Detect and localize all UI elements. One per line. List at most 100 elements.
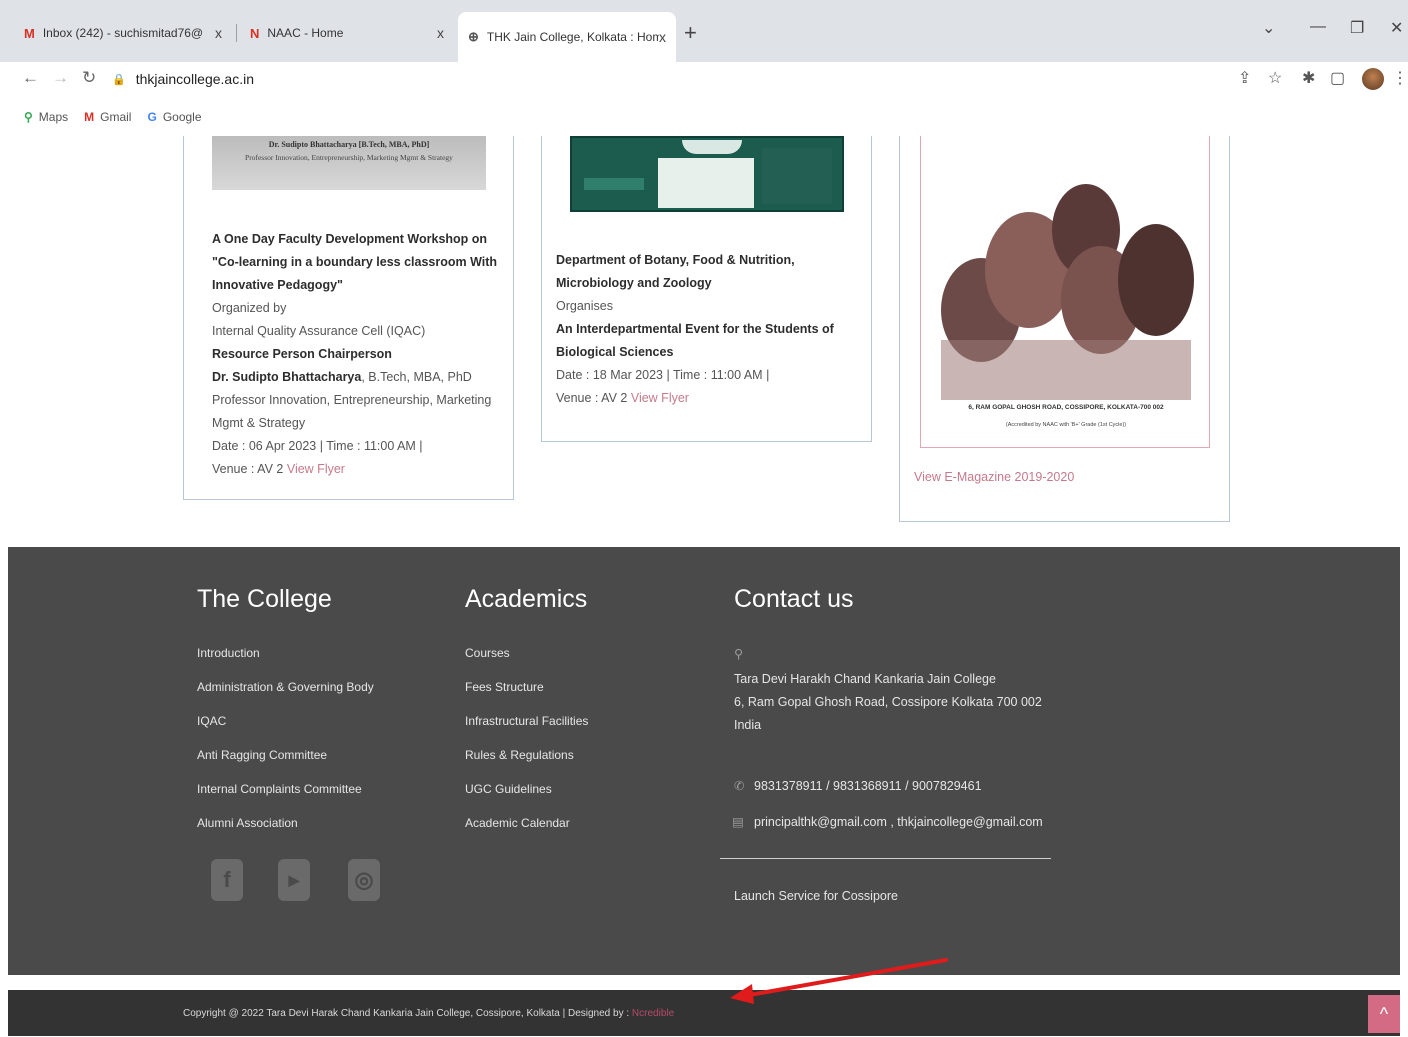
footer-link-infrastructure[interactable]: Infrastructural Facilities: [465, 714, 588, 728]
flyer-caption-role: Professor Innovation, Entrepreneurship, …: [245, 153, 453, 162]
close-icon[interactable]: x: [215, 25, 222, 41]
event-flyer-image[interactable]: Dr. Sudipto Bhattacharya [B.Tech, MBA, P…: [212, 136, 486, 190]
event-title: A One Day Faculty Development Workshop o…: [212, 232, 498, 292]
contact-college-name: Tara Devi Harakh Chand Kankaria Jain Col…: [734, 672, 996, 686]
copyright-bar: Copyright @ 2022 Tara Devi Harak Chand K…: [8, 990, 1400, 1036]
flyer-graphic: [762, 148, 832, 204]
magazine-address: 6, RAM GOPAL GHOSH ROAD, COSSIPORE, KOLK…: [968, 404, 1164, 411]
event-flyer-image[interactable]: [570, 136, 844, 212]
contact-emails[interactable]: principalthk@gmail.com , thkjaincollege@…: [754, 811, 1043, 834]
close-icon[interactable]: x: [437, 25, 444, 41]
footer-link-anti-ragging[interactable]: Anti Ragging Committee: [197, 748, 327, 762]
magazine-accreditation: (Accredited by NAAC with 'B+' Grade (1st…: [1005, 422, 1127, 428]
bookmarks-bar: ⚲ Maps M Gmail G Google: [0, 98, 1408, 136]
organises-label: Organises: [556, 299, 613, 313]
menu-icon[interactable]: ⋮: [1392, 68, 1408, 88]
gmail-icon: M: [24, 25, 35, 41]
contact-divider: [720, 858, 1051, 859]
site-footer: The College Introduction Administration …: [8, 547, 1400, 975]
naac-icon: N: [250, 25, 260, 41]
bookmark-label: Gmail: [100, 110, 132, 124]
event-details: Department of Botany, Food & Nutrition, …: [556, 249, 846, 410]
launch-service-link[interactable]: Launch Service for Cossipore: [734, 885, 898, 908]
minimize-icon[interactable]: —: [1310, 18, 1326, 36]
flyer-graphic: [658, 158, 754, 208]
resource-degrees: , B.Tech, MBA, PhD: [361, 370, 472, 384]
profile-avatar[interactable]: [1362, 68, 1384, 90]
designer-link[interactable]: Ncredible: [632, 1008, 674, 1019]
bookmark-maps[interactable]: ⚲ Maps: [24, 110, 68, 124]
tab-label: THK Jain College, Kolkata : Home: [486, 30, 659, 44]
globe-icon: ⊕: [468, 29, 479, 44]
bookmark-google[interactable]: G Google: [147, 110, 201, 124]
scroll-to-top-button[interactable]: ^: [1368, 995, 1400, 1033]
bookmark-gmail[interactable]: M Gmail: [84, 110, 131, 124]
maps-icon: ⚲: [24, 110, 33, 124]
footer-link-ugc[interactable]: UGC Guidelines: [465, 782, 552, 796]
resource-heading: Resource Person Chairperson: [212, 347, 392, 361]
footer-link-introduction[interactable]: Introduction: [197, 646, 260, 660]
contact-phones: 9831378911 / 9831368911 / 9007829461: [754, 779, 982, 793]
magazine-link-wrap: View E-Magazine 2019-2020: [914, 466, 1074, 489]
organizer: Internal Quality Assurance Cell (IQAC): [212, 324, 426, 338]
annotation-arrow-icon: [730, 958, 948, 1004]
event-details: A One Day Faculty Development Workshop o…: [212, 228, 502, 481]
restore-icon[interactable]: ❐: [1350, 18, 1364, 38]
tab-gmail[interactable]: M Inbox (242) - suchismitad76@gm x: [14, 14, 232, 52]
reload-icon[interactable]: ↻: [82, 68, 96, 88]
footer-link-administration[interactable]: Administration & Governing Body: [197, 680, 374, 694]
tab-strip: M Inbox (242) - suchismitad76@gm x N NAA…: [0, 0, 1408, 62]
resource-name: Dr. Sudipto Bhattacharya: [212, 370, 362, 384]
resource-role: Professor Innovation, Entrepreneurship, …: [212, 393, 492, 430]
window-close-icon[interactable]: ✕: [1390, 18, 1403, 38]
tab-search-icon[interactable]: ⌄: [1262, 18, 1275, 38]
bookmark-star-icon[interactable]: ☆: [1268, 68, 1282, 88]
bookmark-label: Google: [162, 110, 202, 124]
tab-thk-jain-college[interactable]: ⊕ THK Jain College, Kolkata : Home x: [458, 12, 676, 62]
event-title: Department of Botany, Food & Nutrition, …: [556, 253, 795, 290]
magazine-portraits-graphic: [941, 184, 1194, 400]
new-tab-button[interactable]: +: [684, 20, 697, 46]
event-venue: Venue : AV 2: [212, 462, 284, 476]
event-datetime: Date : 18 Mar 2023 | Time : 11:00 AM |: [556, 368, 770, 382]
close-icon[interactable]: x: [659, 29, 666, 45]
magazine-cover-image[interactable]: 6, RAM GOPAL GHOSH ROAD, COSSIPORE, KOLK…: [920, 136, 1210, 448]
instagram-icon[interactable]: ◎: [348, 859, 380, 901]
location-pin-icon: ⚲: [734, 647, 744, 661]
footer-link-iqac[interactable]: IQAC: [197, 714, 226, 728]
copyright-text: Copyright @ 2022 Tara Devi Harak Chand K…: [183, 1008, 630, 1019]
forward-icon[interactable]: →: [52, 68, 69, 88]
facebook-icon[interactable]: f: [211, 859, 243, 901]
contact-country: India: [734, 718, 762, 732]
share-icon[interactable]: ⇪: [1238, 68, 1251, 88]
view-emagazine-link[interactable]: View E-Magazine 2019-2020: [914, 470, 1074, 484]
youtube-icon[interactable]: ▶: [278, 859, 310, 901]
url-text: thkjaincollege.ac.in: [135, 71, 254, 87]
contact-address: 6, Ram Gopal Ghosh Road, Cossipore Kolka…: [734, 695, 1042, 709]
google-icon: G: [147, 110, 157, 124]
back-icon[interactable]: ←: [22, 68, 39, 88]
tab-naac[interactable]: N NAAC - Home x: [240, 14, 454, 52]
footer-link-rules[interactable]: Rules & Regulations: [465, 748, 574, 762]
browser-toolbar: ← → ↻ 🔒 thkjaincollege.ac.in ⇪ ☆ ✱ ▢ ⋮: [0, 62, 1408, 98]
copyright-text-wrap: Copyright @ 2022 Tara Devi Harak Chand K…: [183, 1008, 674, 1019]
extensions-icon[interactable]: ✱: [1302, 68, 1315, 88]
side-panel-icon[interactable]: ▢: [1330, 68, 1345, 88]
event-datetime: Date : 06 Apr 2023 | Time : 11:00 AM |: [212, 439, 423, 453]
view-flyer-link[interactable]: View Flyer: [631, 391, 689, 405]
footer-link-academic-calendar[interactable]: Academic Calendar: [465, 816, 570, 830]
footer-link-fees[interactable]: Fees Structure: [465, 680, 544, 694]
bookmark-label: Maps: [38, 110, 69, 124]
footer-link-internal-complaints[interactable]: Internal Complaints Committee: [197, 782, 362, 796]
event-venue: Venue : AV 2: [556, 391, 628, 405]
lock-icon: 🔒: [112, 73, 126, 86]
address-bar[interactable]: 🔒 thkjaincollege.ac.in: [112, 64, 1232, 94]
footer-link-alumni[interactable]: Alumni Association: [197, 816, 298, 830]
footer-link-courses[interactable]: Courses: [465, 646, 510, 660]
tab-label: NAAC - Home: [267, 26, 344, 40]
view-flyer-link[interactable]: View Flyer: [287, 462, 345, 476]
tab-label: Inbox (242) - suchismitad76@gm: [42, 26, 203, 40]
flyer-graphic: [584, 178, 644, 190]
footer-academics-title: Academics: [465, 585, 588, 613]
phone-icon: ✆: [734, 779, 745, 793]
